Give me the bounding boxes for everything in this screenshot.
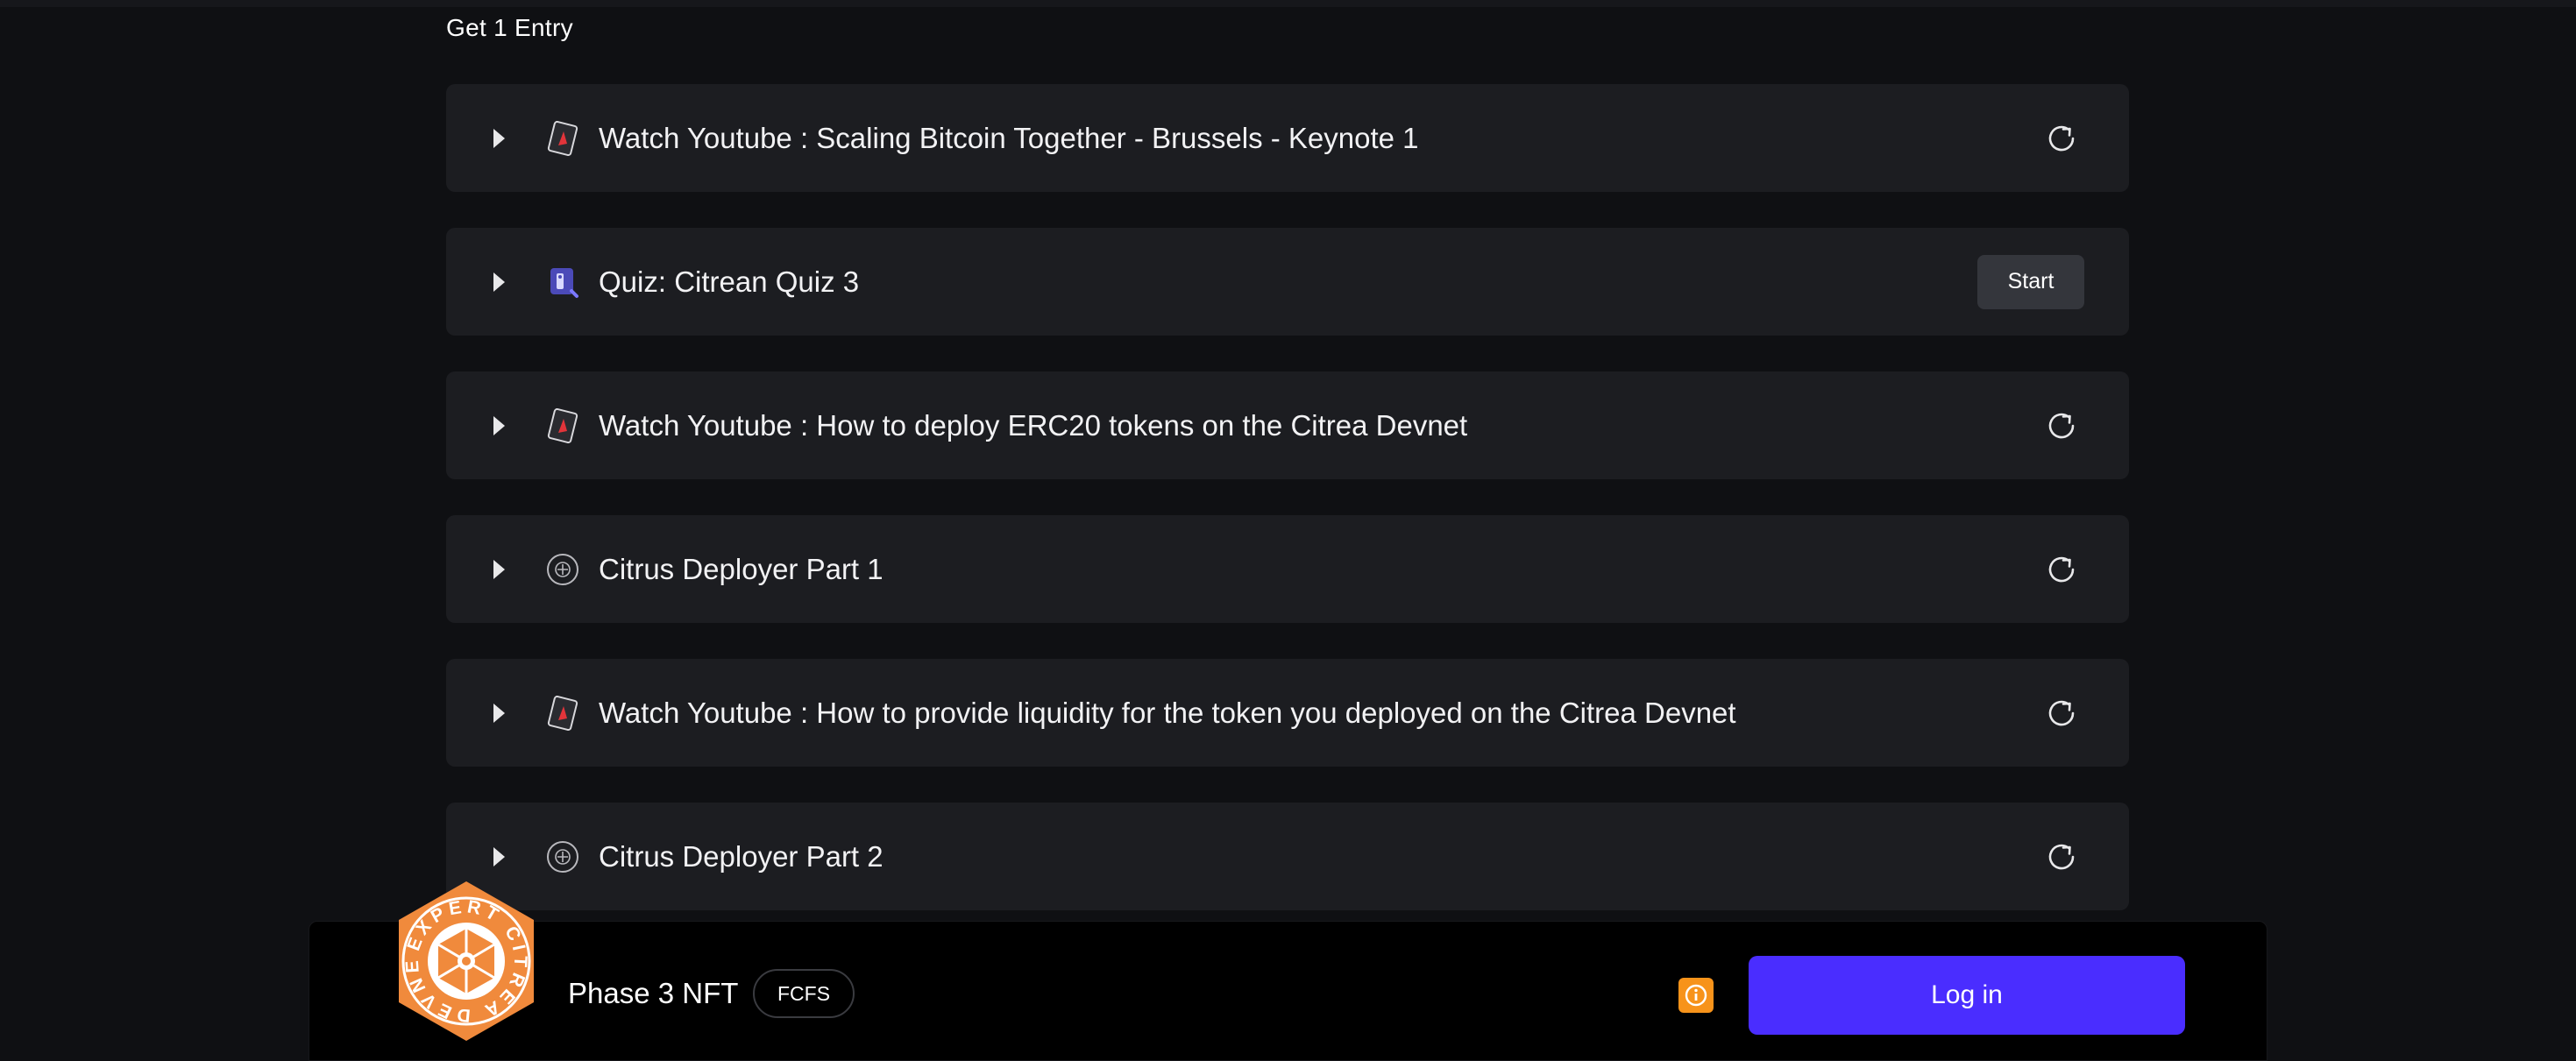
expand-caret-icon[interactable] <box>493 846 505 866</box>
task-label: Citrus Deployer Part 2 <box>599 839 884 873</box>
expand-caret-icon[interactable] <box>493 703 505 723</box>
youtube-card-icon <box>545 120 580 156</box>
expand-caret-icon[interactable] <box>493 559 505 579</box>
expand-caret-icon[interactable] <box>493 272 505 292</box>
task-row[interactable]: Watch Youtube : How to deploy ERC20 toke… <box>446 371 2129 479</box>
refresh-icon <box>2048 844 2075 869</box>
task-row[interactable]: Citrus Deployer Part 1 <box>446 515 2129 623</box>
refresh-icon <box>2048 556 2075 582</box>
youtube-card-icon <box>545 695 580 731</box>
refresh-button[interactable] <box>2041 693 2082 733</box>
task-label: Watch Youtube : How to deploy ERC20 toke… <box>599 408 1468 442</box>
refresh-button[interactable] <box>2041 837 2082 877</box>
task-label: Quiz: Citrean Quiz 3 <box>599 265 860 298</box>
login-button[interactable]: Log in <box>1749 956 2185 1035</box>
task-row[interactable]: Watch Youtube : How to provide liquidity… <box>446 659 2129 767</box>
refresh-icon <box>2048 125 2075 151</box>
plus-circle-icon <box>545 839 580 874</box>
expand-caret-icon[interactable] <box>493 128 505 148</box>
section-title: Get 1 Entry <box>446 14 573 41</box>
top-strip <box>0 0 2576 7</box>
task-row[interactable]: Quiz: Citrean Quiz 3 Start <box>446 228 2129 336</box>
start-button[interactable]: Start <box>1977 254 2084 309</box>
refresh-button[interactable] <box>2041 406 2082 446</box>
task-row[interactable]: Watch Youtube : Scaling Bitcoin Together… <box>446 84 2129 192</box>
bottom-bar: EXPERT CITREA DEVNET Phase 3 NFT FCFS Lo… <box>309 862 2267 1061</box>
refresh-button[interactable] <box>2041 118 2082 159</box>
refresh-button[interactable] <box>2041 549 2082 590</box>
task-row[interactable]: Citrus Deployer Part 2 <box>446 803 2129 910</box>
info-icon[interactable] <box>1678 978 1714 1013</box>
fcfs-tag: FCFS <box>753 969 855 1018</box>
quiz-icon <box>545 265 580 300</box>
refresh-icon <box>2048 413 2075 438</box>
task-list: Watch Youtube : Scaling Bitcoin Together… <box>446 84 2129 946</box>
expand-caret-icon[interactable] <box>493 415 505 435</box>
nft-badge-logo: EXPERT CITREA DEVNET <box>384 862 541 1044</box>
nft-name: Phase 3 NFT <box>568 977 739 1009</box>
task-label: Watch Youtube : How to provide liquidity… <box>599 696 1736 729</box>
task-label: Watch Youtube : Scaling Bitcoin Together… <box>599 121 1419 154</box>
task-label: Citrus Deployer Part 1 <box>599 552 884 585</box>
plus-circle-icon <box>545 552 580 587</box>
page: Get 1 Entry Watch Youtube : Scaling Bitc… <box>0 0 2576 1061</box>
refresh-icon <box>2048 700 2075 725</box>
youtube-card-icon <box>545 407 580 443</box>
